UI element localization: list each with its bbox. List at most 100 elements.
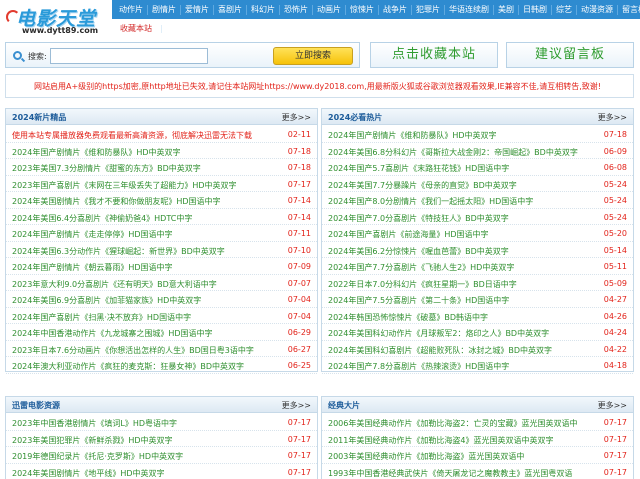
movie-title-link[interactable]: 使用本站专属播放器免费观看最新高清资源，彻底解决迅雷无法下载 (12, 130, 252, 141)
movie-title-link[interactable]: 2024年国产剧情片《朝云暮雨》HD国语中字 (12, 262, 173, 273)
list-item[interactable]: 2019年德国纪录片《托尼·克罗斯》HD中英双字 07-17 (6, 447, 317, 464)
nav-item[interactable]: 喜剧片 (214, 4, 247, 15)
movie-title-link[interactable]: 2024年美国6.8分科幻片《哥斯拉大战金刚2：帝国崛起》BD中英双字 (328, 147, 578, 158)
movie-title-link[interactable]: 2024年国产7.0分喜剧片《特技狂人》BD中英双字 (328, 213, 509, 224)
nav-item[interactable]: 动画片 (313, 4, 346, 15)
list-item[interactable]: 2024年美国6.4分喜剧片《神偷奶爸4》HDTC中字 07-14 (6, 209, 317, 225)
nav-item[interactable]: 动作片 (115, 4, 148, 15)
list-item[interactable]: 2024年美国科幻动作片《月球叛军2：烙印之人》BD中英双字 04-24 (322, 324, 633, 341)
movie-title-link[interactable]: 2024年国产7.5分喜剧片《第二十条》HD国语中字 (328, 295, 509, 306)
movie-title-link[interactable]: 2019年德国纪录片《托尼·克罗斯》HD中英双字 (12, 451, 183, 462)
list-item[interactable]: 2024年国产7.5分喜剧片《第二十条》HD国语中字 04-27 (322, 291, 633, 308)
nav-item[interactable]: 留言板 (618, 5, 640, 15)
list-item[interactable]: 2024年国产8.0分剧情片《我们一起摇太阳》HD国语中字 05-24 (322, 192, 633, 209)
search-button[interactable]: 立即搜索 (273, 47, 353, 65)
list-item[interactable]: 2022年日本7.0分科幻片《疯狂星期一》BD日语中字 05-09 (322, 275, 633, 291)
list-item[interactable]: 2024年国产喜剧片《前途海量》HD国语中字 05-20 (322, 225, 633, 242)
nav-item[interactable]: 动漫资源 (577, 4, 618, 15)
movie-title-link[interactable]: 2024年美国6.4分喜剧片《神偷奶爸4》HDTC中字 (12, 213, 192, 224)
list-item[interactable]: 2024年国产5.7喜剧片《末路狂花钱》HD国语中字 06-08 (322, 159, 633, 176)
list-item[interactable]: 2023年美国犯罪片《新鲜杀戮》HD中英双字 07-17 (6, 431, 317, 447)
list-item[interactable]: 2024年国产剧情片《走走停停》HD国语中字 07-11 (6, 225, 317, 242)
list-item[interactable]: 2023年美国7.3分剧情片《甜蜜的东方》BD中英双字 07-18 (6, 159, 317, 176)
movie-title-link[interactable]: 2024年中国香港动作片《九龙城寨之围城》HD国语中字 (12, 328, 213, 339)
nav-item[interactable]: 战争片 (379, 4, 412, 15)
list-item[interactable]: 2024年美国6.3分动作片《猩球崛起：新世界》BD中英双字 07-10 (6, 242, 317, 258)
movie-title-link[interactable]: 2023年意大利9.0分喜剧片《还有明天》BD意大利语中字 (12, 279, 217, 290)
list-item[interactable]: 2024年国产剧情片《维和防暴队》HD中英双字 07-18 (6, 143, 317, 159)
list-item[interactable]: 2024年国产剧情片《维和防暴队》HD中英双字 07-18 (322, 126, 633, 143)
movie-title-link[interactable]: 2024年美国科幻动作片《月球叛军2：烙印之人》BD中英双字 (328, 328, 549, 339)
nav-item[interactable]: 综艺 (552, 4, 577, 15)
list-item[interactable]: 2024年美国科幻喜剧片《超能败死队：冰封之城》BD中英双字 04-22 (322, 341, 633, 357)
movie-title-link[interactable]: 2023年美国7.3分剧情片《甜蜜的东方》BD中英双字 (12, 163, 201, 174)
list-item[interactable]: 1993年中国香港经典武侠片《倚天屠龙记之魔教教主》蓝光国粤双语 07-17 (322, 464, 633, 479)
movie-title-link[interactable]: 2024年美国7.7分暴躁片《母亲的直觉》BD中英双字 (328, 180, 517, 191)
search-input[interactable] (50, 48, 208, 64)
nav-item[interactable]: 华语连续剧 (445, 4, 494, 15)
nav-item[interactable]: 惊悚片 (346, 4, 379, 15)
list-item[interactable]: 2024年美国6.9分喜剧片《加菲猫家族》HD中英双字 07-04 (6, 291, 317, 308)
movie-title-link[interactable]: 2024年国产5.7喜剧片《末路狂花钱》HD国语中字 (328, 163, 509, 174)
list-item[interactable]: 2024年国产喜剧片《扫黑·决不放弃》HD国语中字 07-04 (6, 308, 317, 324)
movie-title-link[interactable]: 2006年美国经典动作片《加勒比海盗2：亡灵的宝藏》蓝光国英双语中 (328, 418, 577, 429)
list-item[interactable]: 2023年中国香港剧情片《填词L》HD粤语中字 07-17 (6, 414, 317, 431)
list-item[interactable]: 2024年澳大利亚动作片《疯狂的麦克斯：狂暴女神》BD中英双字 06-25 (6, 357, 317, 374)
movie-title-link[interactable]: 2024年国产8.0分剧情片《我们一起摇太阳》HD国语中字 (328, 196, 533, 207)
movie-title-link[interactable]: 2024年美国剧情片《地平线》HD中英双字 (12, 468, 165, 479)
movie-title-link[interactable]: 2024年国产剧情片《走走停停》HD国语中字 (12, 229, 173, 240)
movie-title-link[interactable]: 2024年国产喜剧片《扫黑·决不放弃》HD国语中字 (12, 312, 191, 323)
movie-title-link[interactable]: 2003年美国经典动作片《加勒比海盗》蓝光国英双语中 (328, 451, 524, 462)
feedback-button[interactable]: 建议留言板 (506, 42, 634, 68)
list-item[interactable]: 2023年国产喜剧片《末网在三年级丢失了超能力》HD中英双字 07-17 (6, 176, 317, 192)
nav-item[interactable]: 爱情片 (181, 4, 214, 15)
movie-title-link[interactable]: 2022年日本7.0分科幻片《疯狂星期一》BD日语中字 (328, 279, 517, 290)
list-item[interactable]: 2024年中国香港动作片《九龙城寨之围城》HD国语中字 06-29 (6, 324, 317, 341)
list-item[interactable]: 2024年国产7.0分喜剧片《特技狂人》BD中英双字 05-24 (322, 209, 633, 225)
nav-item[interactable]: 日韩剧 (519, 4, 552, 15)
movie-title-link[interactable]: 1993年中国香港经典武侠片《倚天屠龙记之魔教教主》蓝光国粤双语 (328, 468, 572, 479)
more-link[interactable]: 更多>> (598, 400, 627, 411)
list-item[interactable]: 2024年美国6.2分惊悚片《喔血芭蕾》BD中英双字 05-14 (322, 242, 633, 258)
list-item[interactable]: 2024年美国剧情片《地平线》HD中英双字 07-17 (6, 464, 317, 479)
list-item[interactable]: 2024年国产剧情片《朝云暮雨》HD国语中字 07-09 (6, 258, 317, 275)
bookmark-button[interactable]: 点击收藏本站 (370, 42, 498, 68)
list-item[interactable]: 2024年美国7.7分暴躁片《母亲的直觉》BD中英双字 05-24 (322, 176, 633, 192)
movie-title-link[interactable]: 2023年日本7.6分动画片《你想活出怎样的人生》BD国日粤3语中字 (12, 345, 254, 356)
movie-title-link[interactable]: 2024年美国6.9分喜剧片《加菲猫家族》HD中英双字 (12, 295, 201, 306)
movie-title-link[interactable]: 2024年国产7.8分喜剧片《热辣滚烫》HD国语中字 (328, 361, 509, 372)
movie-title-link[interactable]: 2024年国产剧情片《维和防暴队》HD中英双字 (328, 130, 497, 141)
movie-title-link[interactable]: 2024年美国科幻喜剧片《超能败死队：冰封之城》BD中英双字 (328, 345, 552, 356)
more-link[interactable]: 更多>> (282, 400, 311, 411)
list-item[interactable]: 2024年国产7.7分喜剧片《飞驰人生2》HD中英双字 05-11 (322, 258, 633, 275)
nav-item[interactable]: 剧情片 (148, 4, 181, 15)
nav-item[interactable]: 美剧 (494, 4, 519, 15)
list-item[interactable]: 2023年日本7.6分动画片《你想活出怎样的人生》BD国日粤3语中字 06-27 (6, 341, 317, 357)
list-item[interactable]: 2024年美国6.8分科幻片《哥斯拉大战金刚2：帝国崛起》BD中英双字 06-09 (322, 143, 633, 159)
list-item[interactable]: 使用本站专属播放器免费观看最新高清资源，彻底解决迅雷无法下载 02-11 (6, 126, 317, 143)
more-link[interactable]: 更多>> (282, 112, 311, 123)
nav-item[interactable]: 恐怖片 (280, 4, 313, 15)
movie-title-link[interactable]: 2024年国产喜剧片《前途海量》HD国语中字 (328, 229, 489, 240)
list-item[interactable]: 2024年国产7.8分喜剧片《热辣滚烫》HD国语中字 04-18 (322, 357, 633, 374)
movie-title-link[interactable]: 2024年国产7.7分喜剧片《飞驰人生2》HD中英双字 (328, 262, 514, 273)
movie-title-link[interactable]: 2024年美国6.3分动作片《猩球崛起：新世界》BD中英双字 (12, 246, 225, 257)
movie-title-link[interactable]: 2023年中国香港剧情片《填词L》HD粤语中字 (12, 418, 177, 429)
movie-title-link[interactable]: 2024年韩国恐怖惊悚片《破墓》BD韩语中字 (328, 312, 488, 323)
more-link[interactable]: 更多>> (598, 112, 627, 123)
movie-title-link[interactable]: 2023年美国犯罪片《新鲜杀戮》HD中英双字 (12, 435, 173, 446)
movie-title-link[interactable]: 2024年美国6.2分惊悚片《喔血芭蕾》BD中英双字 (328, 246, 509, 257)
movie-title-link[interactable]: 2011年美国经典动作片《加勒比海盗4》蓝光国英双语中英双字 (328, 435, 553, 446)
nav-item[interactable]: 犯罪片 (412, 4, 445, 15)
subnav-bookmark[interactable]: 收藏本站 (116, 23, 156, 34)
list-item[interactable]: 2024年韩国恐怖惊悚片《破墓》BD韩语中字 04-26 (322, 308, 633, 324)
movie-title-link[interactable]: 2024年澳大利亚动作片《疯狂的麦克斯：狂暴女神》BD中英双字 (12, 361, 244, 372)
site-logo[interactable]: 电影天堂 www.dytt89.com (6, 2, 110, 38)
list-item[interactable]: 2011年美国经典动作片《加勒比海盗4》蓝光国英双语中英双字 07-17 (322, 431, 633, 447)
list-item[interactable]: 2024年美国剧情片《我才不要和你做朋友呢》HD国语中字 07-14 (6, 192, 317, 209)
movie-title-link[interactable]: 2023年国产喜剧片《末网在三年级丢失了超能力》HD中英双字 (12, 180, 237, 191)
movie-title-link[interactable]: 2024年国产剧情片《维和防暴队》HD中英双字 (12, 147, 181, 158)
list-item[interactable]: 2006年美国经典动作片《加勒比海盗2：亡灵的宝藏》蓝光国英双语中 07-17 (322, 414, 633, 431)
movie-title-link[interactable]: 2024年美国剧情片《我才不要和你做朋友呢》HD国语中字 (12, 196, 221, 207)
list-item[interactable]: 2023年意大利9.0分喜剧片《还有明天》BD意大利语中字 07-07 (6, 275, 317, 291)
